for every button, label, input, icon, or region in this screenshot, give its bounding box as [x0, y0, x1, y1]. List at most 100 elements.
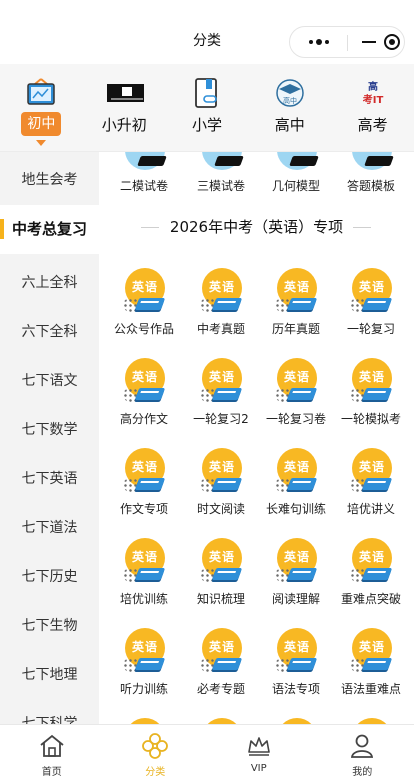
grid-item-label: 作文专项: [119, 502, 168, 516]
icon-word: 英语: [131, 640, 158, 654]
english-book-icon: 英语: [200, 628, 246, 674]
grid-item-label: 培优讲义: [346, 502, 395, 516]
english-book-icon: 英语: [350, 448, 396, 494]
grid-item-label: 中考真题: [196, 322, 245, 336]
english-book-icon: 英语: [350, 628, 396, 674]
grid-item-label: 一轮模拟考: [340, 412, 401, 426]
section-header: 2026年中考（英语）专项: [99, 216, 414, 240]
sidebar-item[interactable]: 七下历史: [0, 553, 99, 602]
grid-item[interactable]: 英语 时文阅读: [182, 448, 260, 524]
grid-item[interactable]: 英语 语法重难点: [332, 628, 410, 704]
sidebar-item[interactable]: 七下数学: [0, 406, 99, 455]
title-bar: 分类: [0, 0, 414, 64]
sidebar-item[interactable]: 七下道法: [0, 504, 99, 553]
crown-icon: [247, 737, 270, 756]
english-book-icon: 英语: [200, 538, 246, 584]
grid-item[interactable]: 英语 作文专项: [105, 448, 183, 524]
nav-label: VIP: [250, 763, 267, 774]
grid-item[interactable]: 英语 一轮复习2: [182, 358, 260, 434]
grid-item-label: 语法专项: [271, 682, 320, 696]
icon-word: 英语: [358, 280, 385, 294]
grid-item[interactable]: 英语 听力训练: [105, 628, 183, 704]
english-book-icon: 英语: [200, 448, 246, 494]
sidebar-item[interactable]: 七下英语: [0, 455, 99, 504]
grid-item-label: 培优训练: [119, 592, 168, 606]
sidebar-item[interactable]: 七下科学: [0, 700, 99, 724]
grid-item[interactable]: 英语 培优讲义: [332, 448, 410, 524]
grid-item[interactable]: 英语 中考真题: [182, 268, 260, 344]
grid-item[interactable]: 英语 高分作文: [105, 358, 183, 434]
grid-item-label: 三模试卷: [196, 179, 245, 193]
grid-item[interactable]: 英语 长难句训练: [257, 448, 335, 524]
divider-line: [353, 227, 371, 228]
more-icon[interactable]: [302, 27, 336, 57]
grid-item-label: 重难点突破: [340, 592, 401, 606]
grid-item[interactable]: 几何模型: [257, 152, 335, 196]
icon-word: 英语: [358, 640, 385, 654]
grid-item[interactable]: 英语 重难点突破: [332, 538, 410, 614]
exam-paper-icon: [123, 152, 167, 172]
grid-item[interactable]: 英语 阅读理解: [257, 538, 335, 614]
exam-logo-icon: 高 考IT: [362, 80, 383, 106]
close-target-icon[interactable]: [384, 34, 400, 50]
template-icon: [350, 152, 394, 172]
tab-gaokao[interactable]: 高 考IT 高考: [331, 64, 414, 151]
grid-item[interactable]: 英语 知识梳理: [182, 538, 260, 614]
english-book-icon: 英语: [350, 268, 396, 314]
nav-category[interactable]: 分类: [104, 725, 208, 780]
sidebar-item[interactable]: 六下全科: [0, 308, 99, 357]
sidebar-item[interactable]: 七下生物: [0, 602, 99, 651]
icon-word: 英语: [208, 370, 235, 384]
category-sidebar[interactable]: 地生会考 中考总复习 六上全科 六下全科 七下语文 七下数学 七下英语 七下道法…: [0, 152, 99, 724]
tab-primary-to-junior[interactable]: 小升初: [83, 64, 166, 151]
sidebar-item[interactable]: 六上全科: [0, 259, 99, 308]
category-content[interactable]: 二模试卷 三模试卷 几何模型 答题模板 2026年中考（英语）专项 英语公众号作…: [99, 152, 414, 724]
icon-word: 英语: [208, 460, 235, 474]
english-book-icon: 英语: [275, 628, 321, 674]
nav-mine[interactable]: 我的: [311, 725, 414, 780]
mini-program-capsule: [289, 26, 405, 58]
icon-word: 英语: [283, 640, 310, 654]
grade-tabs: 初中 小升初 小学 高中 高中 高 考IT 高考: [0, 64, 414, 152]
sidebar-item[interactable]: 七下地理: [0, 651, 99, 700]
svg-text:高: 高: [368, 80, 378, 93]
grid-item[interactable]: 英语 一轮模拟考: [332, 358, 410, 434]
grid-item-label: 阅读理解: [271, 592, 320, 606]
minimize-icon[interactable]: [360, 27, 380, 57]
grid-item[interactable]: 二模试卷: [105, 152, 183, 196]
grid-item-label: 二模试卷: [119, 179, 168, 193]
english-book-icon: 英语: [123, 358, 169, 404]
icon-word: 英语: [358, 460, 385, 474]
sidebar-item-active[interactable]: 中考总复习: [0, 205, 99, 254]
tab-primary[interactable]: 小学: [166, 64, 249, 151]
icon-word: 英语: [283, 460, 310, 474]
nav-home[interactable]: 首页: [0, 725, 104, 780]
tab-label: 小升初: [101, 116, 147, 134]
icon-word: 英语: [131, 550, 158, 564]
tab-junior-high[interactable]: 初中: [0, 64, 83, 151]
nav-vip[interactable]: VIP: [207, 725, 311, 780]
tab-senior-high[interactable]: 高中 高中: [248, 64, 331, 151]
sidebar-item[interactable]: 地生会考: [0, 156, 99, 205]
grid-item[interactable]: 英语 语法专项: [257, 628, 335, 704]
sidebar-item[interactable]: 七下语文: [0, 357, 99, 406]
nav-label: 我的: [352, 767, 373, 778]
grid-item[interactable]: 答题模板: [332, 152, 410, 196]
grid-item[interactable]: 英语 一轮复习卷: [257, 358, 335, 434]
grid-item[interactable]: 英语 公众号作品: [105, 268, 183, 344]
bookmark-book-icon: [195, 78, 217, 108]
grid-item-label: 公众号作品: [113, 322, 174, 336]
grid-item[interactable]: 英语 一轮复习: [332, 268, 410, 344]
grid-item-label: 高分作文: [119, 412, 168, 426]
section-title: 2026年中考（英语）专项: [169, 218, 344, 236]
grid-item[interactable]: 三模试卷: [182, 152, 260, 196]
grid-item[interactable]: 英语 必考专题: [182, 628, 260, 704]
icon-word: 英语: [358, 370, 385, 384]
svg-text:高中: 高中: [283, 96, 297, 105]
english-book-icon: 英语: [123, 268, 169, 314]
english-book-icon: 英语: [275, 448, 321, 494]
tab-label: 高中: [274, 116, 305, 134]
divider-line: [141, 227, 159, 228]
grid-item[interactable]: 英语 培优训练: [105, 538, 183, 614]
grid-item[interactable]: 英语 历年真题: [257, 268, 335, 344]
